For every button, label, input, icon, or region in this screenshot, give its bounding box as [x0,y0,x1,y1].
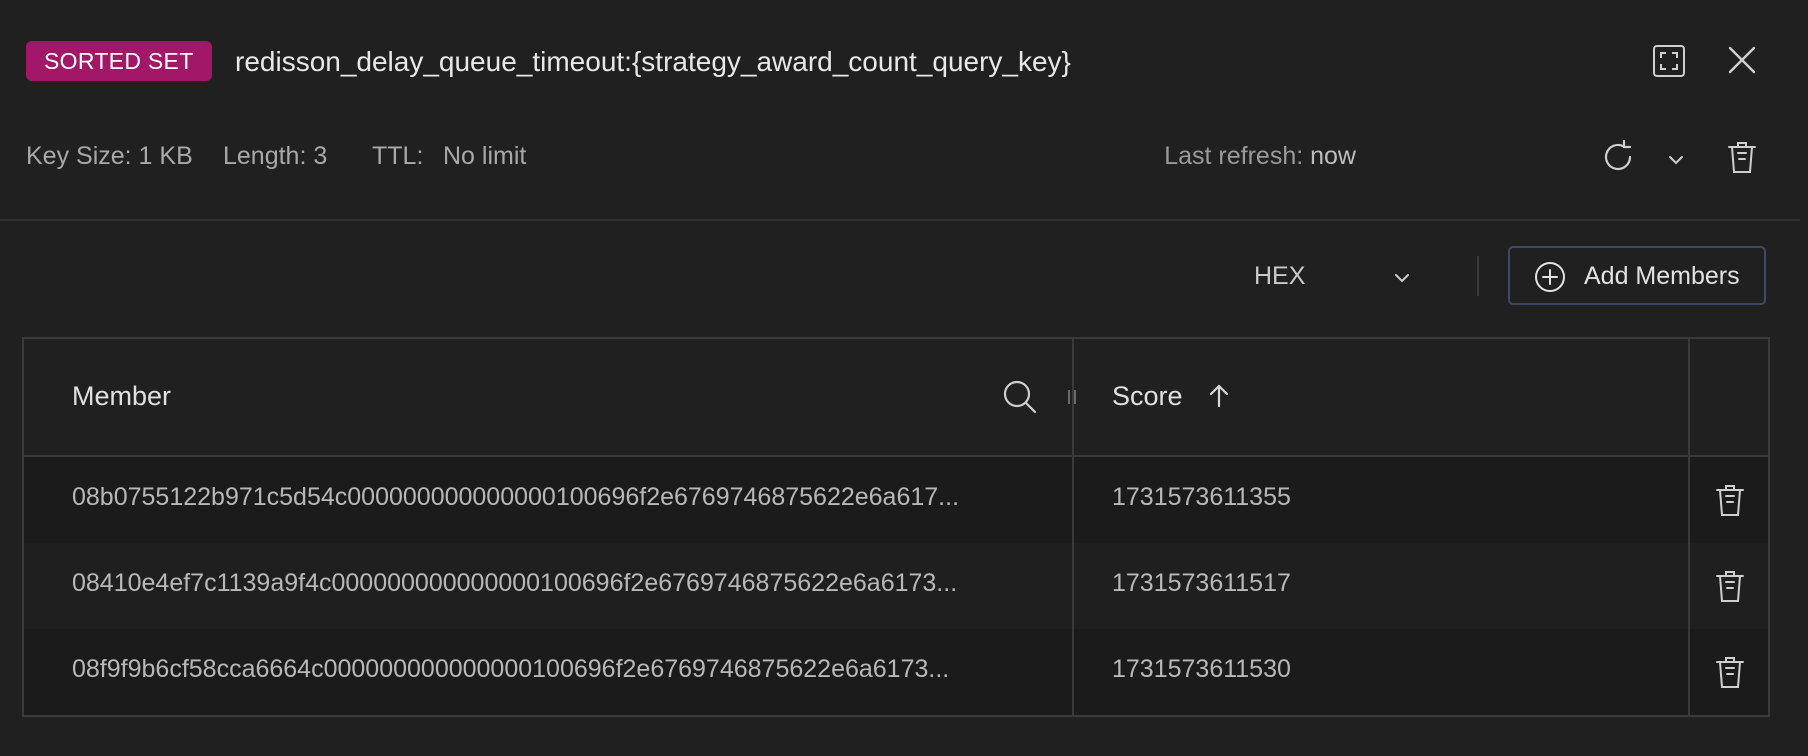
header-divider [0,219,1800,221]
key-type-badge: SORTED SET [26,41,212,81]
chevron-down-icon [1392,268,1412,288]
key-length: Length: 3 [223,142,328,170]
delete-member-button[interactable] [1712,482,1748,518]
column-divider [1072,339,1074,715]
close-button[interactable] [1726,44,1758,76]
trash-icon [1716,485,1744,516]
trash-icon [1728,142,1756,173]
chevron-down-icon [1669,156,1683,165]
refresh-icon [1604,139,1632,171]
table-row[interactable]: 08410e4ef7c1139a9f4c00000000000000010069… [24,543,1768,629]
search-icon [1003,380,1037,414]
sort-ascending-button[interactable] [1206,383,1232,409]
fullscreen-icon [1653,45,1685,77]
score-cell[interactable]: 1731573611517 [1112,569,1291,598]
score-cell[interactable]: 1731573611530 [1112,655,1291,684]
delete-key-button[interactable] [1724,139,1760,175]
score-cell[interactable]: 1731573611355 [1112,483,1291,512]
close-icon [1728,46,1756,74]
key-meta-row: Key Size: 1 KB Length: 3 TTL: No limit L… [0,138,1808,178]
column-header-score[interactable]: Score [1112,381,1183,412]
search-members-button[interactable] [1002,379,1038,415]
members-table: Member Score 08b0755122b971c5d54c0000000… [22,337,1770,717]
column-divider [1688,339,1690,715]
trash-icon [1716,657,1744,688]
table-row[interactable]: 08b0755122b971c5d54c00000000000000010069… [24,457,1768,543]
toolbar-divider [1477,256,1479,296]
trash-icon [1716,571,1744,602]
add-members-label: Add Members [1584,262,1740,290]
last-refresh-label: Last refresh: [1164,142,1304,170]
table-header: Member Score [24,339,1768,457]
add-members-button[interactable]: Add Members [1508,246,1766,305]
fullscreen-button[interactable] [1652,44,1686,78]
delete-member-button[interactable] [1712,568,1748,604]
ttl-value[interactable]: No limit [443,142,526,171]
key-size: Key Size: 1 KB [26,142,193,170]
last-refresh: Last refresh: now [1164,142,1356,171]
refresh-button[interactable] [1600,139,1636,175]
key-name: redisson_delay_queue_timeout:{strategy_a… [235,46,1071,77]
format-select-value: HEX [1254,262,1306,290]
delete-member-button[interactable] [1712,654,1748,690]
key-header: SORTED SET redisson_delay_queue_timeout:… [0,0,1808,120]
format-select[interactable]: HEX [1240,256,1420,296]
ttl-label: TTL: [372,142,424,170]
column-header-member: Member [72,381,172,411]
member-cell[interactable]: 08f9f9b6cf58cca6664c00000000000000010069… [72,655,1062,684]
auto-refresh-dropdown[interactable] [1666,150,1686,170]
arrow-up-icon [1209,384,1229,408]
member-cell[interactable]: 08b0755122b971c5d54c00000000000000010069… [72,483,1062,512]
member-cell[interactable]: 08410e4ef7c1139a9f4c00000000000000010069… [72,569,1062,598]
last-refresh-value: now [1310,142,1356,170]
table-row[interactable]: 08f9f9b6cf58cca6664c00000000000000010069… [24,629,1768,715]
plus-circle-icon [1534,261,1566,293]
key-details-panel: SORTED SET redisson_delay_queue_timeout:… [0,0,1808,756]
